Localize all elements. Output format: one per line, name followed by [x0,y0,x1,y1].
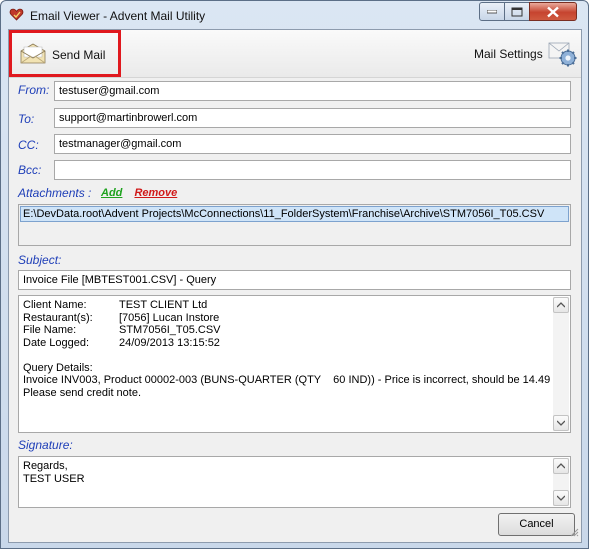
title-bar[interactable]: Email Viewer - Advent Mail Utility [1,1,588,29]
signature-label: Signature: [18,438,73,452]
signature-line: Regards, [23,460,68,472]
detail-value: 24/09/2013 13:15:52 [119,336,220,349]
send-mail-highlight-box [9,30,121,77]
detail-row-date: Date Logged: 24/09/2013 13:15:52 [23,337,550,350]
mail-settings-label: Mail Settings [474,47,543,61]
close-button[interactable] [529,2,577,21]
scroll-up-arrow-icon [557,302,565,308]
detail-value: STM7056I_T05.CSV [119,324,221,336]
scroll-down-button[interactable] [553,490,569,506]
add-attachment-link[interactable]: Add [101,187,122,199]
scroll-down-button[interactable] [553,415,569,431]
detail-row-file: File Name: STM7056I_T05.CSV [23,324,550,337]
close-icon [547,6,559,17]
scroll-up-button[interactable] [553,458,569,474]
signature-textarea[interactable]: Regards, TEST USER [18,456,571,508]
body-scrollbar[interactable] [553,297,569,431]
detail-key: Restaurant(s): [23,311,93,324]
to-field[interactable]: support@martinbrowerl.com [54,108,571,128]
detail-value: TEST CLIENT Ltd [119,299,208,311]
message-body-content: Client Name: TEST CLIENT Ltd Restaurant(… [23,299,550,399]
signature-content: Regards, TEST USER [23,460,85,485]
detail-row-client: Client Name: TEST CLIENT Ltd [23,299,550,312]
attachments-label: Attachments : [18,186,92,200]
query-line: Please send credit note. [23,386,142,399]
footer-bar: Cancel [9,508,581,542]
signature-scrollbar[interactable] [553,458,569,506]
detail-row-restaurant: Restaurant(s): [7056] Lucan Instore [23,312,550,325]
app-heart-icon [9,7,24,22]
bcc-field[interactable] [54,160,571,180]
email-viewer-window: Email Viewer - Advent Mail Utility Send … [0,0,589,549]
from-label: From: [18,83,50,97]
query-heading: Query Details: [23,361,93,374]
detail-key: File Name: [23,324,77,336]
cc-field[interactable]: testmanager@gmail.com [54,134,571,154]
detail-value: [7056] Lucan Instore [119,311,220,324]
detail-key: Client Name: [23,299,87,311]
maximize-icon [511,7,523,16]
cancel-button[interactable]: Cancel [498,513,575,536]
resize-grip-icon[interactable] [569,527,579,540]
maximize-button[interactable] [504,2,530,21]
attachment-actions: Add Remove [101,187,177,199]
mail-settings-gear-icon [546,36,578,71]
scroll-up-arrow-icon [557,463,565,469]
subject-field[interactable]: Invoice File [MBTEST001.CSV] - Query [18,270,571,290]
to-label: To: [18,112,35,126]
window-title: Email Viewer - Advent Mail Utility [30,9,206,23]
mail-settings-button[interactable]: Mail Settings [469,36,581,74]
minimize-icon [487,9,497,13]
from-field[interactable]: testuser@gmail.com [54,81,571,101]
attachments-list[interactable]: E:\DevData.root\Advent Projects\McConnec… [18,204,571,246]
scroll-down-arrow-icon [557,495,565,501]
remove-attachment-link[interactable]: Remove [134,187,177,199]
toolbar: Send Mail Mail Settings [9,30,581,78]
query-line: Invoice INV003, Product 00002-003 (BUNS-… [23,374,551,386]
subject-label: Subject: [18,253,62,267]
detail-key: Date Logged: [23,336,90,349]
cc-label: CC: [18,138,39,152]
dialog-client-area: Send Mail Mail Settings From: testuser@g… [8,29,582,543]
attachment-item[interactable]: E:\DevData.root\Advent Projects\McConnec… [20,206,569,222]
minimize-button[interactable] [479,2,505,21]
message-body-textarea[interactable]: Client Name: TEST CLIENT Ltd Restaurant(… [18,295,571,433]
signature-line: TEST USER [23,472,85,485]
bcc-label: Bcc: [18,163,42,177]
scroll-up-button[interactable] [553,297,569,313]
scroll-down-arrow-icon [557,420,565,426]
